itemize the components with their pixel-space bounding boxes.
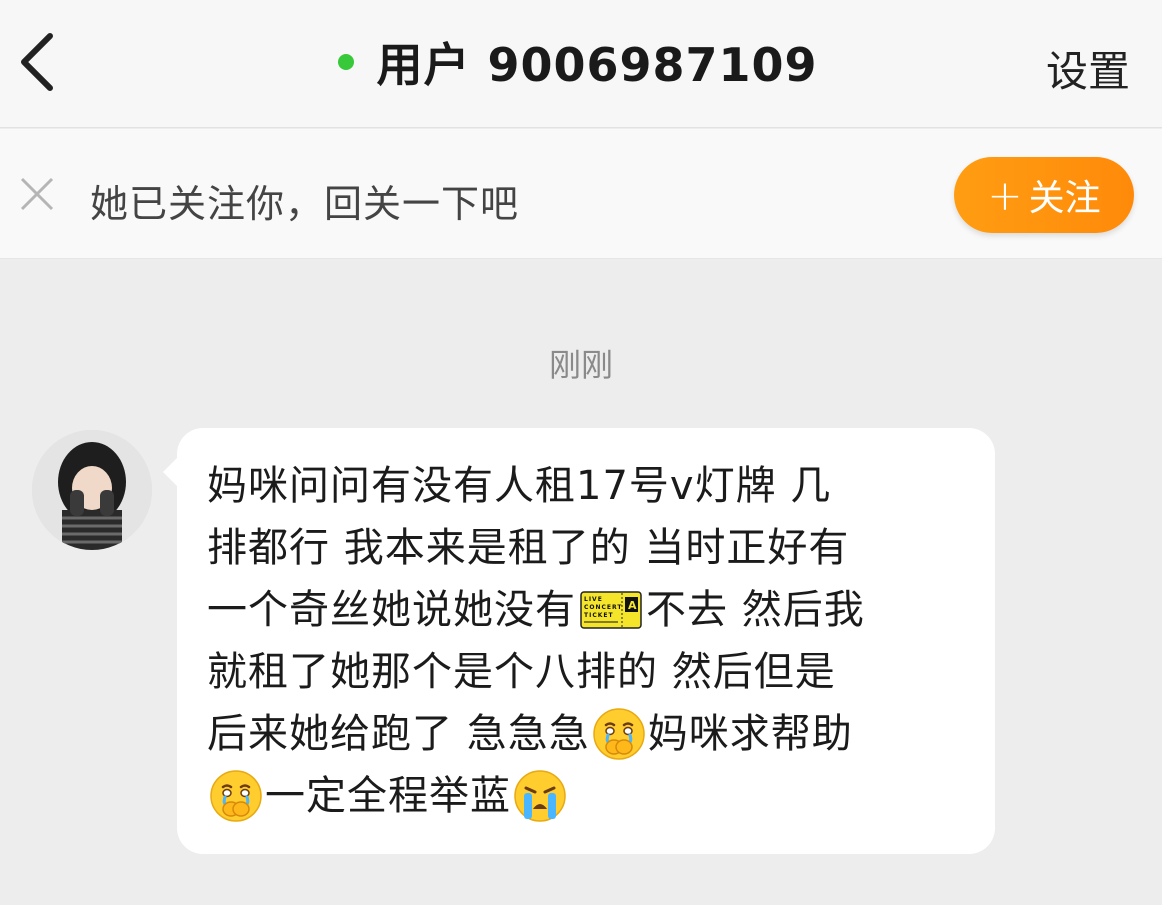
ticket-seat-letter: A bbox=[628, 599, 638, 612]
concert-ticket-emoji: LIVE CONCERT TICKET A bbox=[580, 591, 642, 629]
message-text: 妈咪问问有没有人租17号v灯牌 几 排都行 我本来是租了的 当时正好有 一个奇丝… bbox=[207, 455, 977, 827]
close-icon bbox=[20, 177, 54, 211]
follow-back-button[interactable]: + 关注 bbox=[954, 157, 1134, 233]
follow-button-label: 关注 bbox=[1028, 178, 1101, 219]
crying-covering-mouth-emoji-icon bbox=[210, 770, 262, 822]
plus-icon: + bbox=[987, 170, 1023, 220]
message-timestamp: 刚刚 bbox=[548, 346, 613, 384]
message-line: 就租了她那个是个八排的 然后但是 bbox=[207, 649, 836, 695]
ticket-text-ticket: TICKET bbox=[584, 612, 614, 619]
settings-button[interactable]: 设置 bbox=[1046, 38, 1130, 99]
page-title: 用户 9006987109 bbox=[376, 38, 818, 92]
avatar[interactable] bbox=[32, 430, 152, 550]
follow-prompt-text: 她已关注你，回关一下吧 bbox=[90, 182, 520, 226]
message-line: 一定全程举蓝 bbox=[207, 765, 977, 827]
title-area: 用户 9006987109 bbox=[0, 30, 1162, 94]
avatar-image bbox=[32, 430, 152, 550]
message-line: 一个奇丝她说她没有 LIVE CONCERT TICKET A 不去 然后我 bbox=[207, 587, 865, 633]
message-line: 排都行 我本来是租了的 当时正好有 bbox=[207, 525, 850, 571]
crying-covering-mouth-emoji-icon bbox=[592, 708, 645, 760]
loudly-crying-emoji-icon bbox=[514, 770, 566, 822]
ticket-text-concert: CONCERT bbox=[584, 604, 622, 611]
ticket-text-live: LIVE bbox=[584, 596, 603, 603]
close-follow-prompt-button[interactable] bbox=[18, 175, 56, 213]
top-nav-bar: 用户 9006987109 设置 bbox=[0, 0, 1162, 128]
online-status-dot bbox=[338, 54, 355, 70]
message-line: 妈咪问问有没有人租17号v灯牌 几 bbox=[207, 463, 832, 509]
message-line: 后来她给跑了 急急急 妈咪求帮助 bbox=[207, 703, 977, 765]
